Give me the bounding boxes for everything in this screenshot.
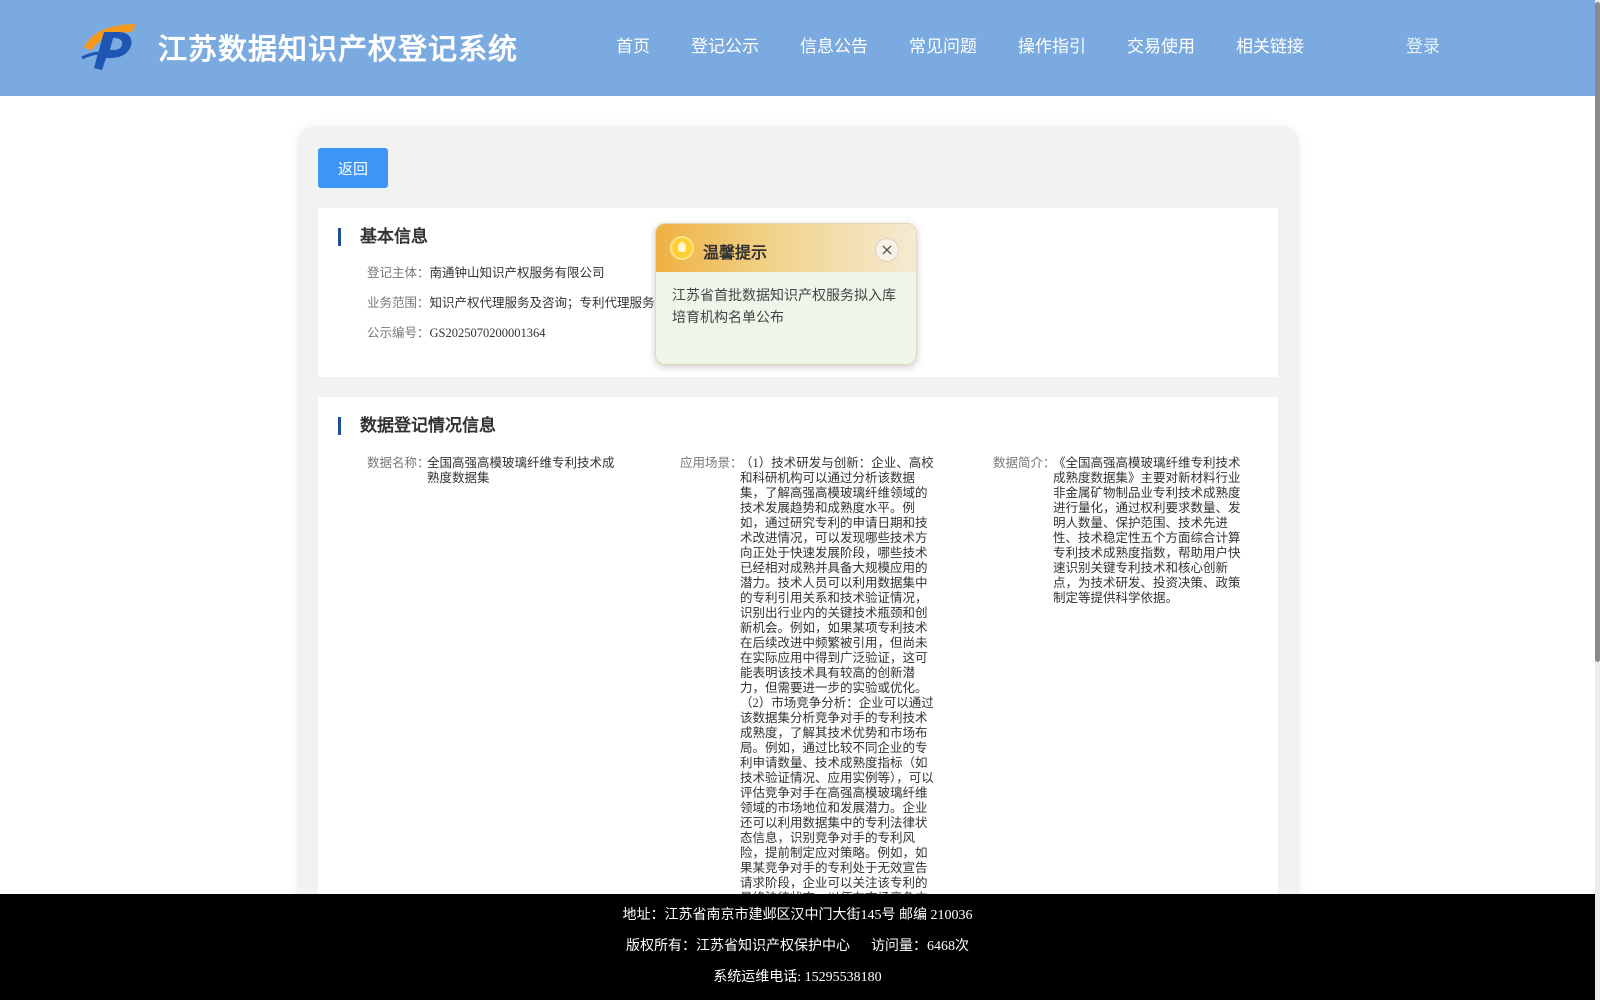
page-footer: 地址：江苏省南京市建邺区汉中门大街145号 邮编 210036 版权所有：江苏省… (0, 894, 1595, 1000)
application-scenario-value: （1）技术研发与创新：企业、高校和科研机构可以通过分析该数据集，了解高强高模玻璃… (740, 456, 934, 950)
registration-info-card: 数据登记情况信息 数据名称： 全国高强高模玻璃纤维专利技术成熟度数据集 应用场景… (318, 397, 1278, 950)
footer-copyright: 版权所有：江苏省知识产权保护中心 (626, 939, 850, 954)
main-nav: 首页 登记公示 信息公告 常见问题 操作指引 交易使用 相关链接 (616, 34, 1345, 62)
site-logo-icon (81, 24, 136, 70)
close-icon[interactable]: × (875, 238, 899, 262)
nav-announcements[interactable]: 信息公告 (800, 34, 868, 62)
page-scrollbar[interactable] (1595, 0, 1600, 1000)
nav-links[interactable]: 相关链接 (1236, 34, 1304, 62)
footer-visits: 访问量：6468次 (871, 939, 969, 954)
lightbulb-icon (670, 236, 694, 260)
nav-guide[interactable]: 操作指引 (1018, 34, 1086, 62)
popup-header: 温馨提示 × (656, 224, 916, 272)
registrant-label: 登记主体： (367, 266, 430, 280)
business-scope-label: 业务范围： (367, 296, 430, 310)
business-scope-value: 知识产权代理服务及咨询；专利代理服务。 (429, 296, 668, 310)
data-name-label: 数据名称： (367, 456, 430, 470)
registrant-field: 登记主体：南通钟山知识产权服务有限公司 (367, 266, 605, 281)
nav-faq[interactable]: 常见问题 (909, 34, 977, 62)
notice-popup: 温馨提示 × 江苏省首批数据知识产权服务拟入库培育机构名单公布 (655, 223, 917, 365)
popup-title: 温馨提示 (703, 245, 768, 262)
footer-copyright-row: 版权所有：江苏省知识产权保护中心 访问量：6468次 (0, 935, 1595, 955)
basic-info-title: 基本信息 (338, 226, 428, 248)
nav-trading[interactable]: 交易使用 (1127, 34, 1195, 62)
notice-number-label: 公示编号： (367, 326, 430, 340)
business-scope-field: 业务范围：知识产权代理服务及咨询；专利代理服务。 (367, 296, 667, 311)
notice-number-field: 公示编号：GS2025070200001364 (367, 326, 546, 341)
popup-message-link[interactable]: 江苏省首批数据知识产权服务拟入库培育机构名单公布 (672, 286, 906, 330)
scrollbar-thumb[interactable] (1595, 2, 1600, 662)
back-button[interactable]: 返回 (318, 148, 388, 188)
data-name-value: 全国高强高模玻璃纤维专利技术成熟度数据集 (427, 456, 615, 485)
data-intro-value: 《全国高强高模玻璃纤维专利技术成熟度数据集》主要对新材料行业非金属矿物制品业专利… (1053, 456, 1241, 605)
notice-number-value: GS2025070200001364 (429, 326, 546, 340)
nav-home[interactable]: 首页 (616, 34, 650, 62)
application-scenario-label: 应用场景： (680, 456, 743, 470)
site-title: 江苏数据知识产权登记系统 (158, 34, 519, 66)
registration-info-title: 数据登记情况信息 (338, 415, 496, 437)
data-intro-label: 数据简介： (993, 456, 1056, 470)
login-link[interactable]: 登录 (1406, 34, 1440, 60)
top-header: 江苏数据知识产权登记系统 首页 登记公示 信息公告 常见问题 操作指引 交易使用… (0, 0, 1595, 96)
nav-registration-notice[interactable]: 登记公示 (691, 34, 759, 62)
footer-phone: 系统运维电话: 15295538180 (713, 970, 882, 985)
footer-address: 地址：江苏省南京市建邺区汉中门大街145号 邮编 210036 (622, 908, 973, 923)
registrant-value: 南通钟山知识产权服务有限公司 (429, 266, 605, 280)
